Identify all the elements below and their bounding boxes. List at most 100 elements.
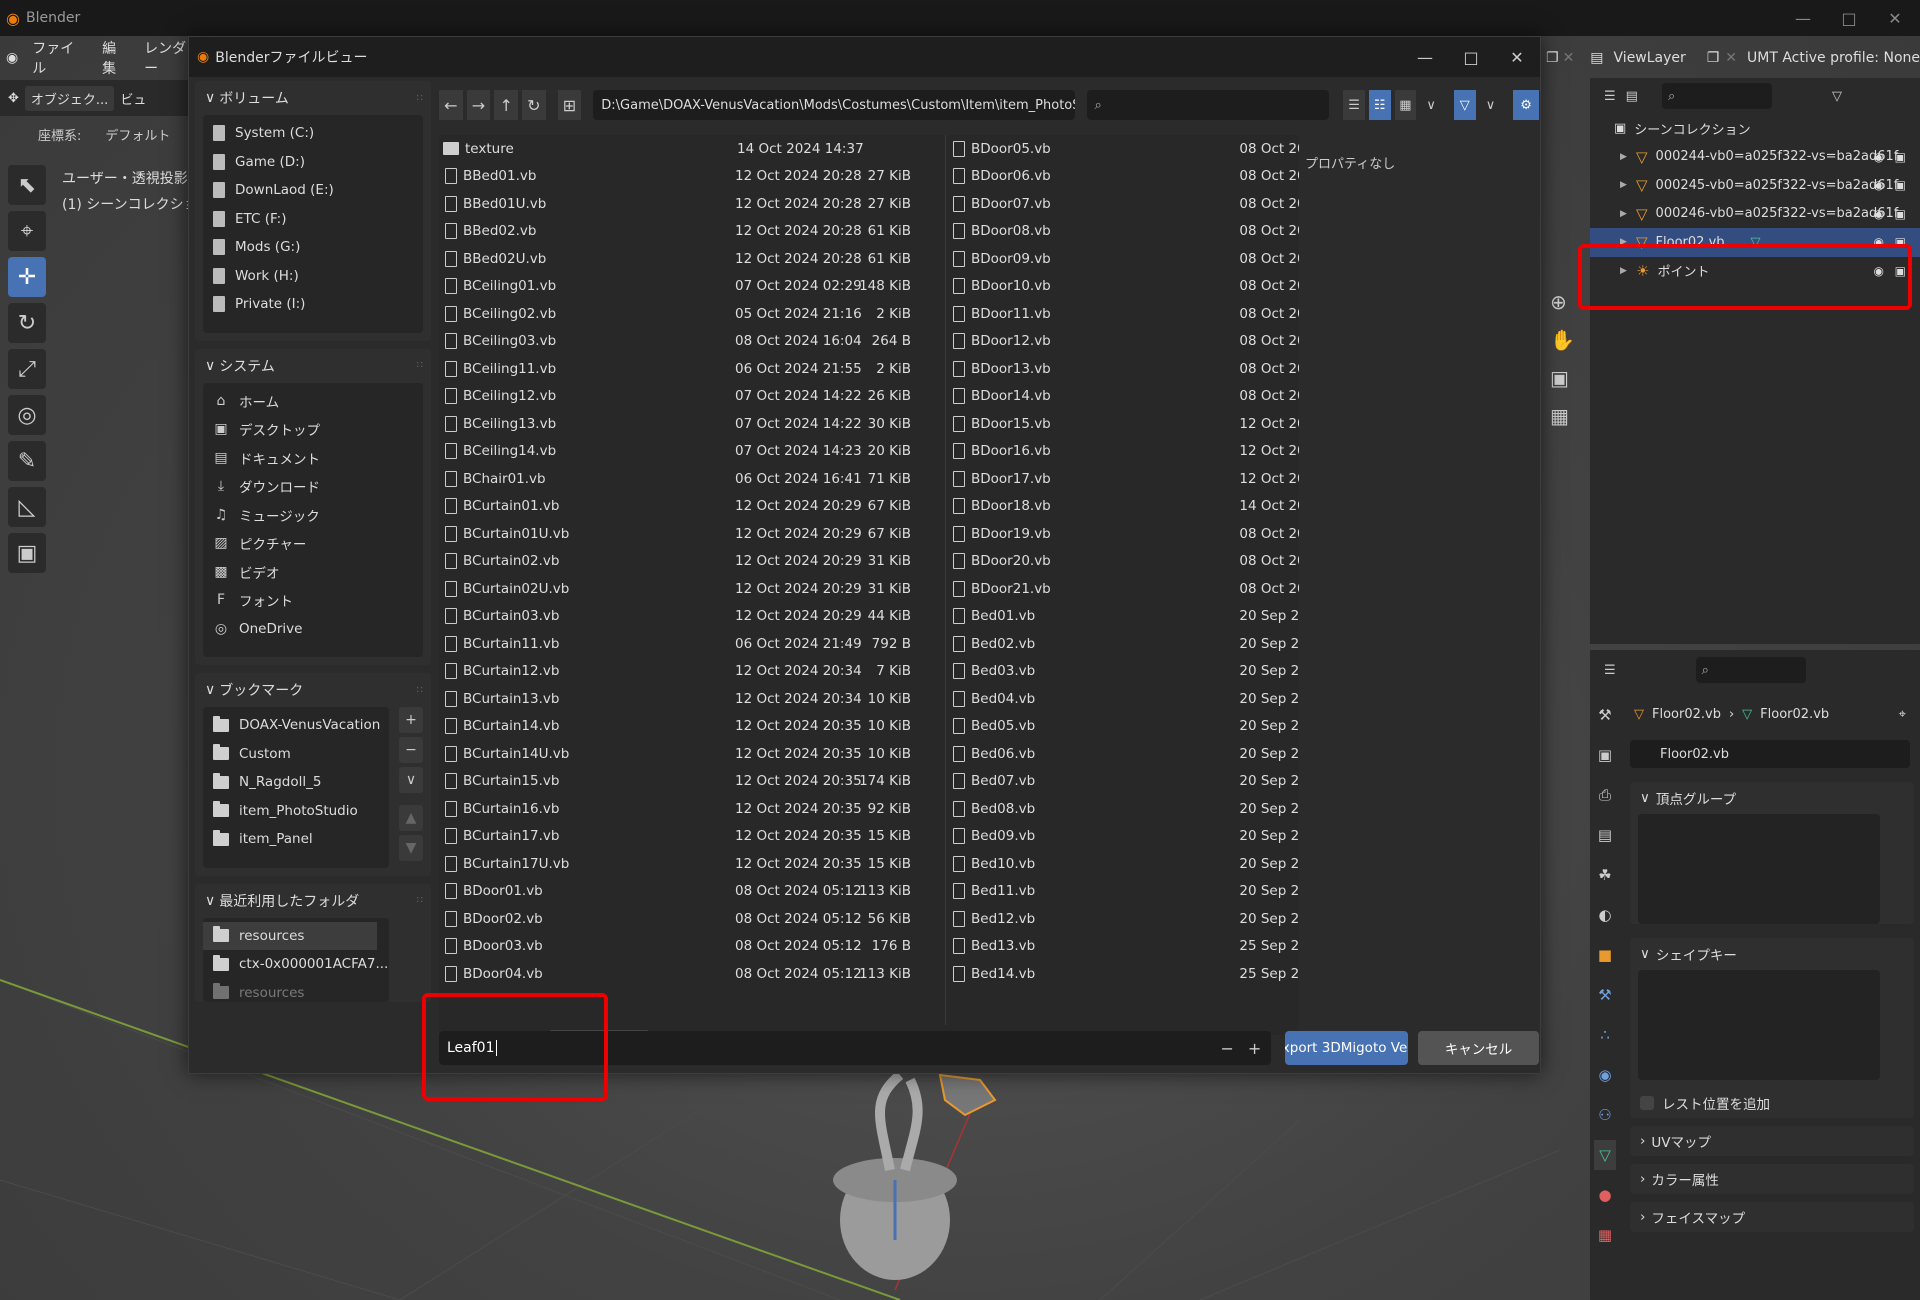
file-row[interactable]: Bed12.vb 20 Sep 202	[947, 905, 1299, 933]
move-up-button[interactable]: ▲	[399, 805, 423, 831]
volume-item[interactable]: Game (D:)	[203, 148, 423, 177]
file-row[interactable]: Bed05.vb 20 Sep 202	[947, 713, 1299, 741]
file-row[interactable]: Bed02.vb 20 Sep 202	[947, 630, 1299, 658]
display-mode-icon[interactable]: ▤	[1626, 89, 1638, 104]
decrement-filename-button[interactable]: −	[1220, 1039, 1233, 1058]
file-row[interactable]: BDoor02.vb 08 Oct 2024 05:12 56 KiB	[439, 905, 939, 933]
render-camera-icon[interactable]: ▣	[1895, 207, 1906, 221]
file-row[interactable]: BDoor05.vb 08 Oct 202	[947, 135, 1299, 163]
coord-dropdown[interactable]: デフォルト	[105, 125, 170, 144]
visibility-eye-icon[interactable]: ◉	[1874, 207, 1884, 221]
new-folder-icon[interactable]: ⊞	[557, 90, 582, 120]
file-row[interactable]: BCeiling03.vb 08 Oct 2024 16:04 264 B	[439, 328, 939, 356]
bookmark-menu-button[interactable]: ∨	[399, 767, 423, 793]
pan-hand-icon[interactable]: ✋	[1550, 328, 1575, 352]
file-row[interactable]: BCeiling11.vb 06 Oct 2024 21:55 2 KiB	[439, 355, 939, 383]
file-row[interactable]: BCeiling01.vb 07 Oct 2024 02:29 148 KiB	[439, 273, 939, 301]
file-row[interactable]: Bed09.vb 20 Sep 202	[947, 823, 1299, 851]
disclosure-triangle-icon[interactable]: ▶	[1620, 150, 1628, 164]
rest-position-checkbox[interactable]: レスト位置を追加	[1630, 1088, 1914, 1118]
system-item[interactable]: ♫ ミュージック	[203, 501, 423, 530]
file-row[interactable]: BDoor10.vb 08 Oct 202	[947, 273, 1299, 301]
file-row[interactable]: BDoor13.vb 08 Oct 202	[947, 355, 1299, 383]
physics-tab-icon[interactable]: ◉	[1594, 1060, 1616, 1090]
file-row[interactable]: Bed04.vb 20 Sep 202	[947, 685, 1299, 713]
volume-item[interactable]: ETC (F:)	[203, 205, 423, 234]
directory-path-input[interactable]: D:\Game\DOAX-VenusVacation\Mods\Costumes…	[593, 90, 1075, 120]
bookmark-item[interactable]: N_Ragdoll_5	[203, 768, 389, 797]
system-item[interactable]: ◎ OneDrive	[203, 615, 423, 644]
render-camera-icon[interactable]: ▣	[1895, 150, 1906, 164]
volume-item[interactable]: Mods (G:)	[203, 233, 423, 262]
file-row[interactable]: BCeiling02.vb 05 Oct 2024 21:16 2 KiB	[439, 300, 939, 328]
transform-tool-icon[interactable]: ◎	[8, 395, 46, 435]
drag-grip-icon[interactable]: ∷	[417, 685, 423, 696]
system-item[interactable]: F フォント	[203, 586, 423, 615]
material-tab-icon[interactable]: ●	[1594, 1180, 1616, 1210]
rotate-tool-icon[interactable]: ↻	[8, 303, 46, 343]
drag-grip-icon[interactable]: ∷	[417, 93, 423, 104]
file-row[interactable]: Bed07.vb 20 Sep 202	[947, 768, 1299, 796]
file-row[interactable]: BCurtain01.vb 12 Oct 2024 20:29 67 KiB	[439, 493, 939, 521]
folder-row[interactable]: texture 14 Oct 2024 14:37	[439, 135, 939, 163]
world-tab-icon[interactable]: ◐	[1594, 900, 1616, 930]
file-row[interactable]: BCurtain14U.vb 12 Oct 2024 20:35 10 KiB	[439, 740, 939, 768]
blender-menu-icon[interactable]: ◉	[6, 50, 18, 66]
file-row[interactable]: BBed01U.vb 12 Oct 2024 20:28 27 KiB	[439, 190, 939, 218]
file-row[interactable]: BDoor15.vb 12 Oct 202	[947, 410, 1299, 438]
viewlayer-icon[interactable]: ▤	[1590, 50, 1603, 66]
bookmark-item[interactable]: item_PhotoStudio	[203, 797, 389, 826]
bookmarks-header[interactable]: ∨ ブックマーク ∷	[195, 673, 431, 707]
filter-toggle-icon[interactable]: ▽	[1453, 90, 1476, 120]
output-tab-icon[interactable]: ⎙	[1594, 780, 1616, 810]
file-row[interactable]: BDoor18.vb 14 Oct 202	[947, 493, 1299, 521]
bookmark-item[interactable]: Custom	[203, 740, 389, 769]
shape-keys-header[interactable]: ∨ シェイプキー	[1630, 938, 1914, 970]
maximize-icon[interactable]: □	[1826, 0, 1872, 36]
system-item[interactable]: ⤓ ダウンロード	[203, 472, 423, 501]
view-menu[interactable]: ビュ	[120, 89, 146, 108]
file-row[interactable]: BDoor20.vb 08 Oct 202	[947, 548, 1299, 576]
bookmark-item[interactable]: item_Panel	[203, 825, 389, 854]
export-3dmigoto-button[interactable]: Export 3DMigoto Ve...	[1285, 1031, 1409, 1065]
recent-item[interactable]: resources	[203, 921, 377, 950]
shape-keys-list[interactable]	[1638, 970, 1880, 1080]
file-search-input[interactable]: ⌕	[1086, 90, 1330, 120]
dialog-maximize-icon[interactable]: □	[1448, 37, 1494, 77]
file-row[interactable]: BDoor04.vb 08 Oct 2024 05:12 113 KiB	[439, 960, 939, 988]
back-arrow-icon[interactable]: ←	[439, 90, 463, 120]
file-row[interactable]: BBed02.vb 12 Oct 2024 20:28 61 KiB	[439, 218, 939, 246]
system-item[interactable]: ▨ ピクチャー	[203, 529, 423, 558]
file-row[interactable]: BDoor21.vb 08 Oct 202	[947, 575, 1299, 603]
system-item[interactable]: ▩ ビデオ	[203, 558, 423, 587]
zoom-icon[interactable]: ⊕	[1550, 290, 1575, 314]
file-row[interactable]: BDoor08.vb 08 Oct 202	[947, 218, 1299, 246]
volume-item[interactable]: Work (H:)	[203, 262, 423, 291]
render-tab-icon[interactable]: ▣	[1594, 740, 1616, 770]
increment-filename-button[interactable]: +	[1248, 1039, 1261, 1058]
refresh-icon[interactable]: ↻	[521, 90, 546, 120]
modifier-tab-icon[interactable]: ⚒	[1594, 980, 1616, 1010]
render-camera-icon[interactable]: ▣	[1895, 178, 1906, 192]
close-icon[interactable]: ✕	[1872, 0, 1918, 36]
disclosure-triangle-icon[interactable]: ▶	[1620, 207, 1628, 221]
file-row[interactable]: BDoor16.vb 12 Oct 202	[947, 438, 1299, 466]
file-row[interactable]: Bed10.vb 20 Sep 202	[947, 850, 1299, 878]
viewlayer-field[interactable]: ViewLayer	[1614, 50, 1707, 66]
system-item[interactable]: ⌂ ホーム	[203, 387, 423, 416]
menu-file[interactable]: ファイル	[32, 38, 88, 78]
horizontal-list-view-icon[interactable]: ☷	[1368, 90, 1391, 120]
tool-tab-icon[interactable]: ⚒	[1594, 700, 1616, 730]
file-row[interactable]: BDoor17.vb 12 Oct 202	[947, 465, 1299, 493]
mode-selector[interactable]: オブジェク...	[24, 85, 115, 111]
file-row[interactable]: BCeiling14.vb 07 Oct 2024 14:23 20 KiB	[439, 438, 939, 466]
recent-item[interactable]: resources	[203, 979, 389, 1002]
vertical-list-view-icon[interactable]: ☰	[1343, 90, 1365, 120]
volumes-header[interactable]: ∨ ボリューム ∷	[195, 81, 431, 115]
particles-tab-icon[interactable]: ∴	[1594, 1020, 1616, 1050]
file-row[interactable]: Bed06.vb 20 Sep 202	[947, 740, 1299, 768]
parent-dir-icon[interactable]: ↑	[494, 90, 518, 120]
file-row[interactable]: Bed01.vb 20 Sep 202	[947, 603, 1299, 631]
file-row[interactable]: BChair01.vb 06 Oct 2024 16:41 71 KiB	[439, 465, 939, 493]
recent-item[interactable]: ctx-0x000001ACFA7...	[203, 950, 389, 979]
